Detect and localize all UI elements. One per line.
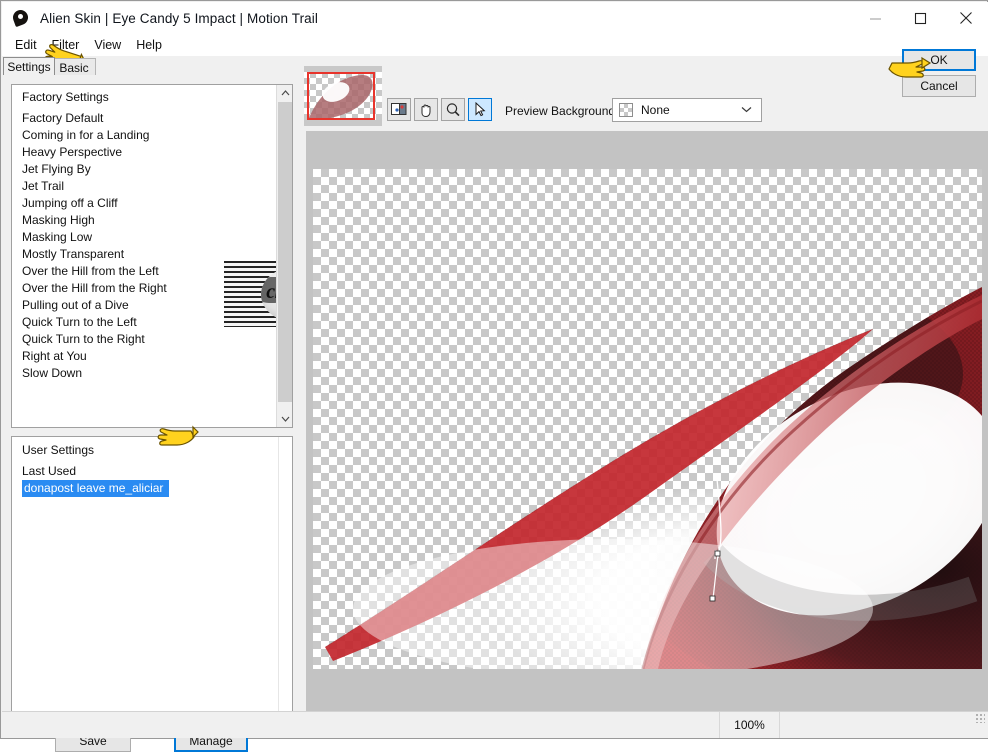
list-group-header: Factory Settings — [22, 90, 109, 104]
magnifier-zoom-icon[interactable] — [441, 98, 465, 121]
minimize-icon[interactable] — [853, 2, 898, 34]
scrollbar-thumb[interactable] — [278, 102, 292, 402]
before-after-icon[interactable] — [387, 98, 411, 121]
status-message-area — [2, 712, 720, 738]
preview-background-value: None — [641, 103, 670, 117]
list-item[interactable]: Masking Low — [12, 229, 277, 246]
close-icon[interactable] — [943, 2, 988, 34]
preview-background-label: Preview Background: — [505, 104, 619, 118]
list-item[interactable]: Jet Flying By — [12, 161, 277, 178]
list-item[interactable]: Factory Default — [12, 110, 277, 127]
tab-underline — [2, 75, 302, 76]
menu-bar: Edit Filter View Help — [2, 34, 988, 56]
factory-settings-list[interactable]: Factory Settings Factory Default Coming … — [11, 84, 293, 428]
motion-trail-dialog: Alien Skin | Eye Candy 5 Impact | Motion… — [0, 0, 988, 752]
list-item[interactable]: Slow Down — [12, 365, 277, 382]
factory-list-scrollbar[interactable] — [276, 85, 292, 427]
scroll-down-icon[interactable] — [277, 411, 292, 427]
list-item[interactable]: Right at You — [12, 348, 277, 365]
window-title: Alien Skin | Eye Candy 5 Impact | Motion… — [40, 10, 318, 26]
menu-item-help[interactable]: Help — [130, 36, 171, 54]
menu-item-view[interactable]: View — [88, 36, 130, 54]
list-item[interactable]: Jet Trail — [12, 178, 277, 195]
tab-basic[interactable]: Basic — [52, 58, 96, 76]
cancel-button[interactable]: Cancel — [902, 75, 976, 97]
resize-grip-icon[interactable] — [975, 713, 985, 723]
scroll-up-icon[interactable] — [277, 85, 292, 101]
status-bar: 100% — [2, 711, 988, 738]
window-controls — [853, 2, 988, 34]
navigator-thumbnail[interactable] — [304, 66, 382, 126]
preview-tools — [387, 98, 492, 121]
settings-panel: Basic Settings Factory Settings Factory … — [2, 56, 302, 752]
list-item[interactable]: Quick Turn to the Right — [12, 331, 277, 348]
tab-strip: Basic Settings — [2, 56, 302, 76]
chevron-down-icon[interactable] — [741, 105, 752, 116]
factory-settings-items: Factory Settings Factory Default Coming … — [12, 85, 277, 427]
user-settings-items: User Settings Last Used donapost leave m… — [12, 437, 292, 497]
title-bar: Alien Skin | Eye Candy 5 Impact | Motion… — [2, 2, 988, 34]
list-item[interactable]: Heavy Perspective — [12, 144, 277, 161]
ok-button[interactable]: OK — [902, 49, 976, 71]
hand-pan-icon[interactable] — [414, 98, 438, 121]
user-settings-header: User Settings — [22, 443, 95, 457]
menu-item-filter[interactable]: Filter — [46, 36, 89, 54]
transparency-checkerboard — [313, 169, 982, 669]
user-list-scrollbar[interactable] — [278, 437, 292, 723]
tab-settings[interactable]: Settings — [3, 57, 55, 76]
alien-skin-logo-icon — [10, 7, 32, 29]
thumbnail-viewport-box[interactable] — [307, 72, 375, 120]
arrow-select-icon[interactable] — [468, 98, 492, 121]
list-item[interactable]: Last Used — [12, 463, 292, 480]
list-item[interactable]: Jumping off a Cliff — [12, 195, 277, 212]
preview-panel: Preview Background: None OK Cancel — [302, 49, 988, 711]
menu-item-edit[interactable]: Edit — [9, 36, 46, 54]
user-settings-list[interactable]: User Settings Last Used donapost leave m… — [11, 436, 293, 724]
zoom-level[interactable]: 100% — [720, 712, 780, 738]
list-item[interactable]: Masking High — [12, 212, 277, 229]
preview-background-select[interactable]: None — [612, 98, 762, 122]
preview-canvas[interactable] — [306, 131, 988, 711]
list-item-selected[interactable]: donapost leave me_aliciar — [22, 480, 170, 497]
transparent-checker-swatch — [619, 103, 633, 117]
list-item[interactable]: Coming in for a Landing — [12, 127, 277, 144]
motion-trail-artwork — [324, 287, 982, 669]
maximize-icon[interactable] — [898, 2, 943, 34]
